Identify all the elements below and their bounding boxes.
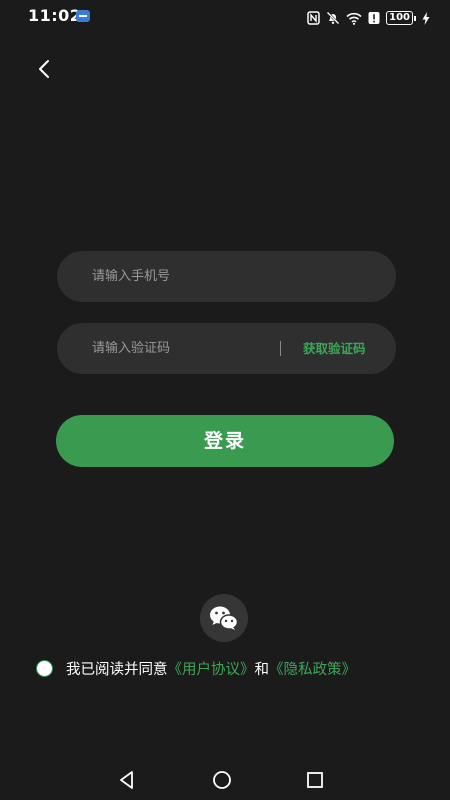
- agreement-row: 我已阅读并同意 《用户协议》 和 《隐私政策》: [36, 657, 356, 679]
- circle-home-icon: [213, 771, 231, 789]
- nav-recent-button[interactable]: [303, 768, 327, 792]
- field-divider: [280, 341, 281, 356]
- code-input[interactable]: [92, 323, 272, 374]
- phone-input[interactable]: [92, 251, 272, 302]
- privacy-policy-link[interactable]: 《隐私政策》: [269, 658, 356, 679]
- chevron-left-icon: [39, 60, 49, 78]
- agreement-and: 和: [254, 661, 270, 678]
- agreement-checkbox[interactable]: [36, 659, 53, 677]
- nfc-icon: [307, 11, 320, 25]
- back-button[interactable]: [30, 54, 60, 84]
- get-code-button[interactable]: 获取验证码: [303, 323, 366, 374]
- wechat-login-button[interactable]: [200, 594, 248, 642]
- phone-field: [57, 251, 396, 302]
- status-icons: 100: [307, 9, 430, 27]
- triangle-back-icon: [120, 771, 133, 789]
- login-button[interactable]: 登录: [56, 415, 394, 467]
- code-field: 获取验证码: [57, 323, 396, 374]
- status-time: 11:02: [28, 6, 82, 25]
- system-nav-bar: [0, 760, 450, 800]
- nav-back-button[interactable]: [115, 768, 139, 792]
- wifi-icon: [346, 12, 362, 25]
- alert-icon: [368, 12, 380, 24]
- nav-home-button[interactable]: [210, 768, 234, 792]
- mute-icon: [326, 11, 340, 25]
- square-recent-icon: [307, 772, 323, 788]
- battery-level: 100: [386, 11, 413, 25]
- user-agreement-link[interactable]: 《用户协议》: [168, 658, 255, 679]
- status-bar: 11:02 100: [0, 0, 450, 34]
- charging-icon: [422, 11, 430, 25]
- battery-icon: 100: [386, 11, 416, 25]
- wechat-icon: [210, 606, 239, 630]
- agreement-prefix: 我已阅读并同意: [66, 661, 168, 678]
- sim-icon: [76, 10, 90, 22]
